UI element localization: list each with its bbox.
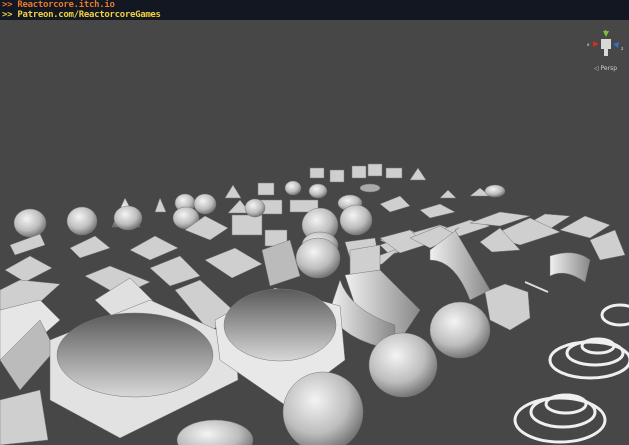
neg-y-arm (604, 49, 608, 56)
scene-gizmo[interactable]: x y z (584, 30, 628, 60)
foreground-shapes (0, 281, 629, 445)
y-axis-cone (603, 31, 609, 37)
info-banner: >> Reactorcore.itch.io >> Patreon.com/Re… (0, 0, 629, 20)
projection-toggle[interactable]: ◁ Persp (594, 65, 617, 72)
z-label: z (621, 46, 624, 51)
primitive-shapes (0, 163, 629, 445)
x-label: x (587, 42, 590, 47)
patreon-link[interactable]: >> Patreon.com/ReactorcoreGames (2, 10, 161, 20)
center-cube (601, 39, 611, 49)
itch-link[interactable]: >> Reactorcore.itch.io (2, 0, 115, 10)
scene-viewport[interactable] (0, 20, 629, 445)
z-axis-cone (613, 42, 619, 48)
y-label: y (605, 30, 608, 31)
x-axis-cone (593, 41, 599, 47)
